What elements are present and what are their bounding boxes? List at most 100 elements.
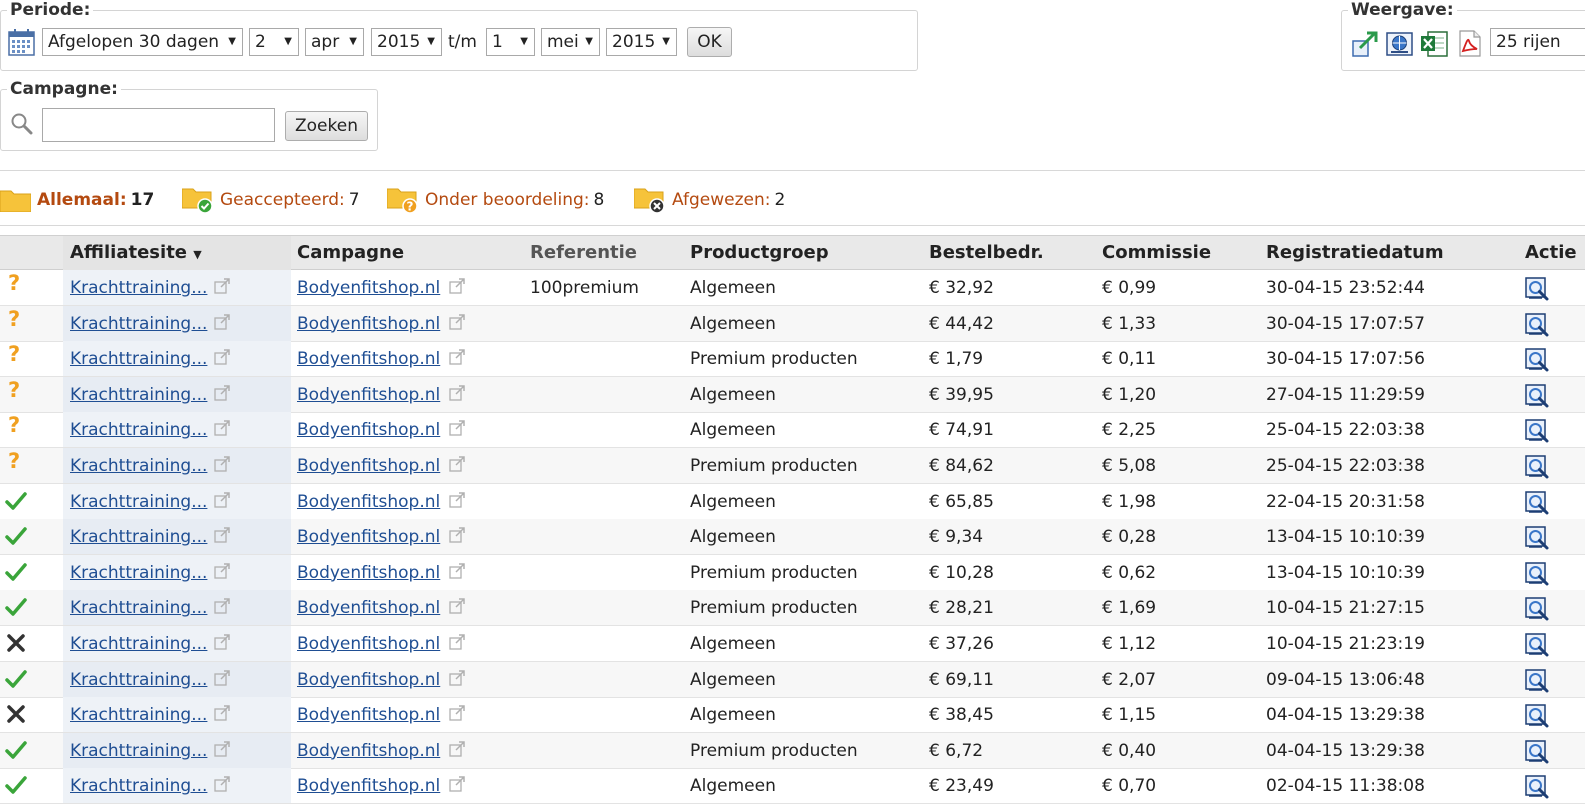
- affiliate-link[interactable]: Krachttraining...: [70, 349, 207, 369]
- header-bestelbedrag[interactable]: Bestelbedr.: [929, 236, 1044, 270]
- view-details-icon[interactable]: [1524, 774, 1550, 805]
- external-link-icon[interactable]: [449, 349, 465, 370]
- affiliate-link[interactable]: Krachttraining...: [70, 776, 207, 796]
- affiliate-link[interactable]: Krachttraining...: [70, 278, 207, 298]
- view-details-icon[interactable]: [1524, 561, 1550, 592]
- affiliate-link[interactable]: Krachttraining...: [70, 670, 207, 690]
- campagne-link[interactable]: Bodyenfitshop.nl: [297, 385, 440, 405]
- to-year-select[interactable]: 2015 ▼: [606, 28, 677, 56]
- external-link-icon[interactable]: [449, 634, 465, 655]
- header-referentie[interactable]: Referentie: [530, 236, 637, 270]
- campagne-link[interactable]: Bodyenfitshop.nl: [297, 705, 440, 725]
- campagne-link[interactable]: Bodyenfitshop.nl: [297, 492, 440, 512]
- external-link-icon[interactable]: [449, 456, 465, 477]
- view-details-icon[interactable]: [1524, 703, 1550, 734]
- affiliate-link[interactable]: Krachttraining...: [70, 741, 207, 761]
- external-link-icon[interactable]: [214, 741, 230, 762]
- campagne-link[interactable]: Bodyenfitshop.nl: [297, 456, 440, 476]
- view-details-icon[interactable]: [1524, 312, 1550, 343]
- affiliate-link[interactable]: Krachttraining...: [70, 492, 207, 512]
- affiliate-link[interactable]: Krachttraining...: [70, 420, 207, 440]
- calendar-icon[interactable]: [8, 29, 35, 61]
- external-link-icon[interactable]: [449, 278, 465, 299]
- external-link-icon[interactable]: [449, 741, 465, 762]
- external-link-icon[interactable]: [214, 491, 230, 513]
- from-month-select[interactable]: apr ▼: [305, 28, 364, 56]
- view-details-icon[interactable]: [1524, 347, 1550, 378]
- campagne-link[interactable]: Bodyenfitshop.nl: [297, 776, 440, 796]
- campagne-link[interactable]: Bodyenfitshop.nl: [297, 278, 440, 298]
- header-affiliatesite[interactable]: Affiliatesite ▼: [70, 236, 202, 272]
- from-year-select[interactable]: 2015 ▼: [371, 28, 442, 56]
- view-details-icon[interactable]: [1524, 739, 1550, 770]
- header-campagne[interactable]: Campagne: [297, 236, 404, 270]
- web-icon[interactable]: [1385, 29, 1414, 63]
- external-link-icon[interactable]: [214, 278, 230, 299]
- header-productgroep[interactable]: Productgroep: [690, 236, 829, 270]
- affiliate-link[interactable]: Krachttraining...: [70, 314, 207, 334]
- export-icon[interactable]: [1351, 29, 1380, 63]
- view-details-icon[interactable]: [1524, 596, 1550, 627]
- campagne-link[interactable]: Bodyenfitshop.nl: [297, 741, 440, 761]
- header-commissie[interactable]: Commissie: [1102, 236, 1211, 270]
- view-details-icon[interactable]: [1524, 276, 1550, 307]
- external-link-icon[interactable]: [449, 705, 465, 726]
- campagne-search-input[interactable]: [42, 108, 275, 142]
- external-link-icon[interactable]: [449, 491, 465, 513]
- external-link-icon[interactable]: [214, 669, 230, 691]
- campagne-link[interactable]: Bodyenfitshop.nl: [297, 349, 440, 369]
- campagne-link[interactable]: Bodyenfitshop.nl: [297, 527, 440, 547]
- external-link-icon[interactable]: [214, 385, 230, 406]
- view-details-icon[interactable]: [1524, 490, 1550, 521]
- zoeken-button[interactable]: Zoeken: [285, 111, 368, 141]
- campagne-link[interactable]: Bodyenfitshop.nl: [297, 314, 440, 334]
- external-link-icon[interactable]: [449, 385, 465, 406]
- external-link-icon[interactable]: [214, 776, 230, 797]
- excel-icon[interactable]: [1420, 29, 1449, 63]
- campagne-link[interactable]: Bodyenfitshop.nl: [297, 563, 440, 583]
- to-month-select[interactable]: mei ▼: [541, 28, 600, 56]
- external-link-icon[interactable]: [449, 598, 465, 619]
- affiliate-link[interactable]: Krachttraining...: [70, 563, 207, 583]
- to-day-select[interactable]: 1 ▼: [486, 28, 535, 56]
- campagne-link[interactable]: Bodyenfitshop.nl: [297, 598, 440, 618]
- view-details-icon[interactable]: [1524, 418, 1550, 449]
- external-link-icon[interactable]: [214, 705, 230, 726]
- external-link-icon[interactable]: [214, 349, 230, 370]
- external-link-icon[interactable]: [449, 563, 465, 584]
- external-link-icon[interactable]: [449, 527, 465, 548]
- affiliate-link[interactable]: Krachttraining...: [70, 385, 207, 405]
- from-day-select[interactable]: 2 ▼: [249, 28, 299, 56]
- campagne-link[interactable]: Bodyenfitshop.nl: [297, 670, 440, 690]
- view-details-icon[interactable]: [1524, 454, 1550, 485]
- external-link-icon[interactable]: [449, 776, 465, 797]
- campagne-link[interactable]: Bodyenfitshop.nl: [297, 420, 440, 440]
- external-link-icon[interactable]: [214, 527, 230, 548]
- period-preset-select[interactable]: Afgelopen 30 dagen ▼: [42, 28, 243, 56]
- view-details-icon[interactable]: [1524, 632, 1550, 663]
- affiliate-link[interactable]: Krachttraining...: [70, 598, 207, 618]
- affiliate-link[interactable]: Krachttraining...: [70, 634, 207, 654]
- external-link-icon[interactable]: [214, 563, 230, 584]
- affiliate-link[interactable]: Krachttraining...: [70, 527, 207, 547]
- ok-button[interactable]: OK: [687, 27, 732, 57]
- filter-geaccepteerd[interactable]: Geaccepteerd: 7: [182, 180, 360, 220]
- affiliate-link[interactable]: Krachttraining...: [70, 705, 207, 725]
- external-link-icon[interactable]: [214, 456, 230, 477]
- filter-afgewezen[interactable]: Afgewezen: 2: [634, 180, 785, 220]
- view-details-icon[interactable]: [1524, 525, 1550, 556]
- external-link-icon[interactable]: [449, 669, 465, 691]
- external-link-icon[interactable]: [214, 598, 230, 619]
- external-link-icon[interactable]: [449, 420, 465, 441]
- external-link-icon[interactable]: [214, 420, 230, 441]
- external-link-icon[interactable]: [449, 313, 465, 335]
- filter-onder-beoordeling[interactable]: ? Onder beoordeling: 8: [387, 180, 604, 220]
- external-link-icon[interactable]: [214, 634, 230, 655]
- affiliate-link[interactable]: Krachttraining...: [70, 456, 207, 476]
- view-details-icon[interactable]: [1524, 668, 1550, 699]
- campagne-link[interactable]: Bodyenfitshop.nl: [297, 634, 440, 654]
- rows-per-page-select[interactable]: 25 rijen: [1490, 28, 1585, 56]
- view-details-icon[interactable]: [1524, 383, 1550, 414]
- filter-allemaal[interactable]: Allemaal: 17: [0, 180, 154, 220]
- pdf-icon[interactable]: [1455, 29, 1484, 63]
